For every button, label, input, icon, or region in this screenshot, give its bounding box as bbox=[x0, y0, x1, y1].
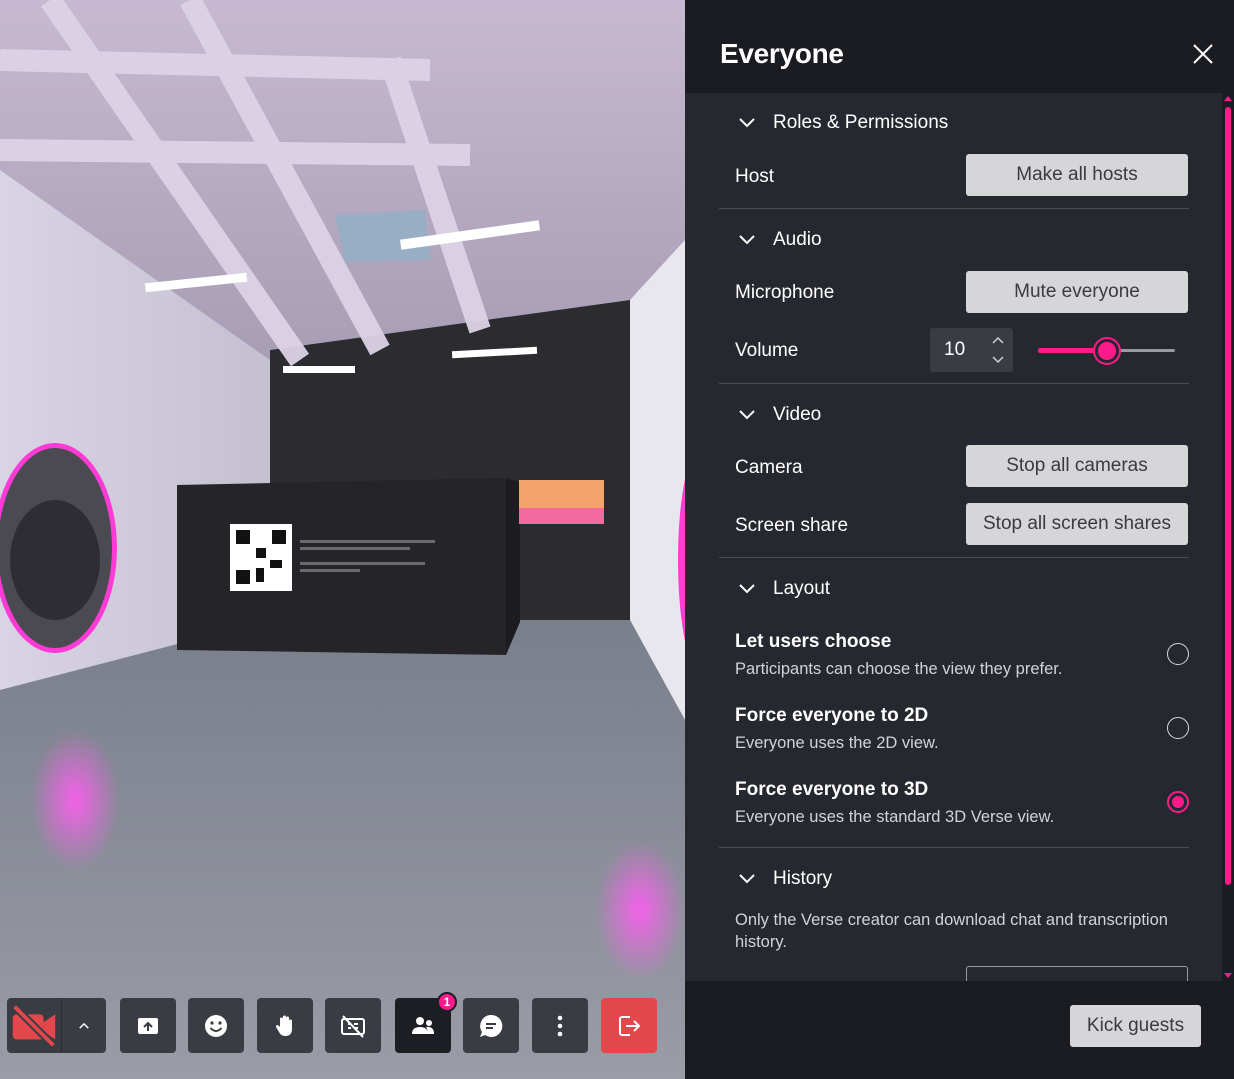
captions-button[interactable] bbox=[325, 998, 381, 1053]
chevron-down-icon bbox=[739, 118, 755, 128]
layout-option-let-users-choose[interactable]: Let users choose Participants can choose… bbox=[735, 631, 1189, 679]
chevron-down-icon bbox=[739, 584, 755, 594]
gallery-room-render bbox=[0, 0, 685, 1079]
radio-let-users-choose[interactable] bbox=[1167, 643, 1189, 665]
audio-section: Audio Microphone Mute everyone Volume 10 bbox=[719, 209, 1189, 384]
camera-label: Camera bbox=[735, 457, 803, 478]
share-screen-icon bbox=[138, 1017, 158, 1034]
volume-slider-knob[interactable] bbox=[1094, 339, 1119, 363]
reactions-button[interactable] bbox=[188, 998, 244, 1053]
mute-everyone-button[interactable]: Mute everyone bbox=[966, 271, 1188, 313]
layout-section: Layout Let users choose Participants can… bbox=[719, 558, 1189, 848]
chevron-down-icon bbox=[739, 874, 755, 884]
video-heading: Video bbox=[773, 404, 822, 425]
share-screen-button[interactable] bbox=[120, 998, 176, 1053]
stop-all-cameras-button[interactable]: Stop all cameras bbox=[966, 445, 1188, 487]
scroll-up-arrow[interactable] bbox=[1224, 96, 1232, 101]
panel-scroll-area[interactable]: Roles & Permissions Host Make all hosts … bbox=[685, 93, 1222, 981]
screen-share-label: Screen share bbox=[735, 515, 849, 536]
kick-guests-button[interactable]: Kick guests bbox=[1070, 1005, 1201, 1047]
layout-heading: Layout bbox=[773, 578, 831, 599]
virtual-space-view[interactable]: 1 bbox=[0, 0, 685, 1079]
history-description: Only the Verse creator can download chat… bbox=[735, 911, 1168, 951]
option-description: Everyone uses the 2D view. bbox=[735, 734, 939, 752]
more-options-button[interactable] bbox=[532, 998, 588, 1053]
audio-heading: Audio bbox=[773, 229, 822, 250]
history-section-header[interactable]: History bbox=[737, 868, 832, 890]
volume-slider[interactable] bbox=[1038, 338, 1175, 363]
roles-section: Roles & Permissions Host Make all hosts bbox=[719, 93, 1189, 209]
microphone-label: Microphone bbox=[735, 282, 835, 303]
video-section-header[interactable]: Video bbox=[737, 404, 821, 426]
history-download-button-partial[interactable] bbox=[966, 966, 1188, 981]
more-icon bbox=[557, 1015, 563, 1036]
chevron-down-icon bbox=[739, 235, 755, 245]
option-title: Force everyone to 3D bbox=[735, 779, 929, 800]
volume-label: Volume bbox=[735, 340, 799, 361]
camera-off-icon bbox=[11, 1003, 57, 1048]
chat-button[interactable] bbox=[463, 998, 519, 1053]
captions-off-icon bbox=[341, 1014, 365, 1038]
layout-section-header[interactable]: Layout bbox=[737, 578, 830, 600]
raise-hand-button[interactable] bbox=[257, 998, 313, 1053]
scrollbar-thumb[interactable] bbox=[1225, 107, 1231, 885]
option-title: Let users choose bbox=[735, 631, 892, 652]
chat-icon bbox=[480, 1014, 503, 1037]
participants-button[interactable]: 1 bbox=[395, 992, 457, 1053]
panel-scrollbar[interactable] bbox=[1222, 93, 1234, 981]
close-icon[interactable] bbox=[1192, 43, 1214, 65]
leave-icon bbox=[619, 1015, 641, 1036]
chevron-down-icon bbox=[739, 410, 755, 420]
people-icon bbox=[412, 1016, 434, 1034]
option-title: Force everyone to 2D bbox=[735, 705, 929, 726]
participants-count-badge: 1 bbox=[437, 992, 457, 1012]
make-all-hosts-button[interactable]: Make all hosts bbox=[966, 154, 1188, 196]
chevron-up-icon bbox=[79, 1022, 89, 1029]
scroll-down-arrow[interactable] bbox=[1224, 973, 1232, 978]
panel-title: Everyone bbox=[720, 38, 844, 69]
panel-footer: Kick guests bbox=[685, 981, 1234, 1079]
volume-value: 10 bbox=[944, 339, 966, 360]
stepper-arrows-icon[interactable] bbox=[991, 334, 1005, 366]
layout-option-force-2d[interactable]: Force everyone to 2D Everyone uses the 2… bbox=[735, 705, 1189, 753]
option-description: Everyone uses the standard 3D Verse view… bbox=[735, 808, 1055, 826]
radio-force-2d[interactable] bbox=[1167, 717, 1189, 739]
history-heading: History bbox=[773, 868, 833, 889]
layout-option-force-3d[interactable]: Force everyone to 3D Everyone uses the s… bbox=[735, 779, 1189, 827]
volume-number-input[interactable]: 10 bbox=[930, 328, 1013, 372]
roles-section-header[interactable]: Roles & Permissions bbox=[737, 112, 948, 134]
camera-control-group bbox=[7, 998, 106, 1053]
video-section: Video Camera Stop all cameras Screen sha… bbox=[719, 384, 1189, 558]
camera-toggle-button[interactable] bbox=[7, 998, 61, 1053]
history-section: History Only the Verse creator can downl… bbox=[719, 848, 1189, 981]
radio-force-3d[interactable] bbox=[1167, 791, 1189, 813]
emoji-icon bbox=[205, 1014, 227, 1037]
stop-all-screen-shares-button[interactable]: Stop all screen shares bbox=[966, 503, 1188, 545]
leave-button[interactable] bbox=[601, 998, 657, 1053]
audio-section-header[interactable]: Audio bbox=[737, 229, 822, 251]
roles-heading: Roles & Permissions bbox=[773, 112, 949, 133]
camera-options-button[interactable] bbox=[61, 998, 106, 1053]
meeting-toolbar: 1 bbox=[0, 992, 685, 1054]
everyone-panel: Everyone Roles & Permissions Host Make a… bbox=[685, 0, 1234, 1079]
raise-hand-icon bbox=[275, 1015, 292, 1036]
host-label: Host bbox=[735, 166, 775, 187]
option-description: Participants can choose the view they pr… bbox=[735, 660, 1063, 678]
